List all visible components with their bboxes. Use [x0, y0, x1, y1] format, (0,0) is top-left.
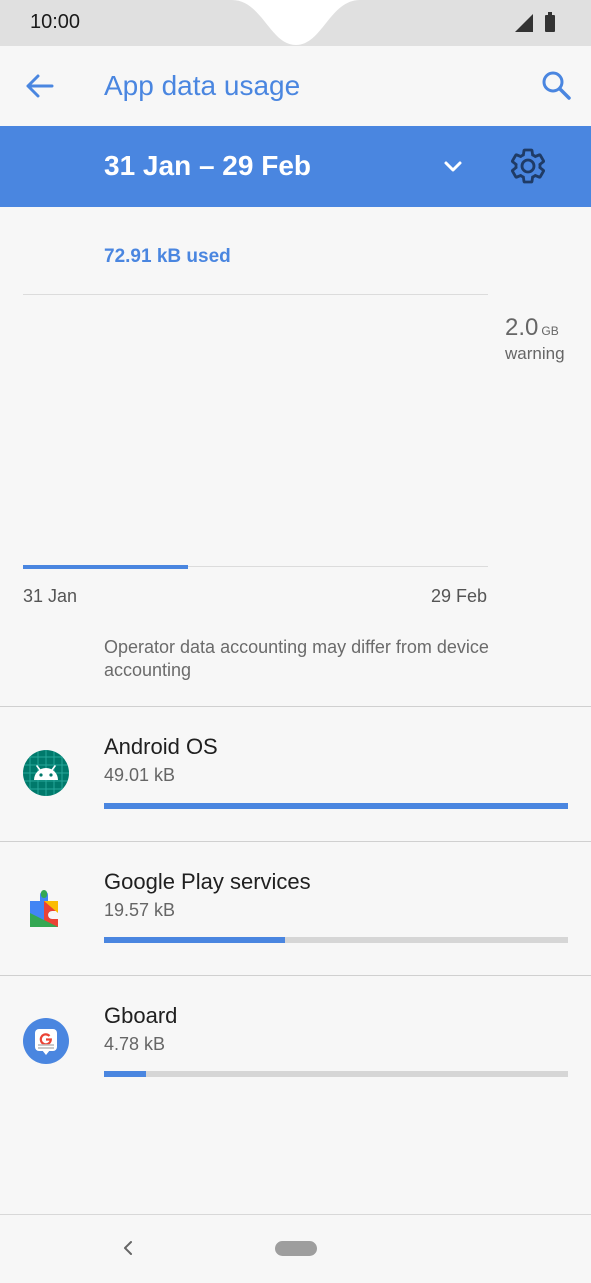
app-usage: 49.01 kB: [104, 765, 176, 785]
warning-value: 2.0 GB: [505, 314, 559, 341]
system-navigation-bar: [0, 1214, 591, 1283]
cycle-dropdown-button[interactable]: [436, 150, 470, 184]
app-usage: 19.57 kB: [104, 900, 176, 920]
android-os-icon: [22, 749, 70, 797]
app-bar: App data usage: [0, 46, 591, 126]
app-row-gboard[interactable]: Gboard 4.78 kB: [0, 976, 591, 1109]
signal-icon: [515, 14, 533, 32]
app-usage-bar: [104, 803, 568, 809]
cycle-settings-button[interactable]: [508, 146, 548, 186]
app-row-android-os[interactable]: Android OS 49.01 kB: [0, 707, 591, 840]
chevron-down-icon: [444, 161, 462, 172]
nav-back-button[interactable]: [118, 1237, 138, 1259]
status-icons: [515, 12, 565, 39]
camera-notch: [232, 0, 360, 45]
app-usage-bar-fill: [104, 803, 568, 809]
app-usage-bar: [104, 1071, 568, 1077]
cycle-selector[interactable]: 31 Jan – 29 Feb: [104, 150, 311, 182]
nav-back-icon: [124, 1241, 132, 1255]
app-usage: 4.78 kB: [104, 1034, 166, 1054]
nav-home-pill[interactable]: [275, 1241, 317, 1256]
search-icon: [542, 71, 571, 100]
app-name: Gboard: [104, 1003, 178, 1028]
status-bar: 10:00: [0, 0, 591, 46]
app-usage-bar-fill: [104, 1071, 146, 1077]
back-button[interactable]: [20, 68, 60, 104]
warning-threshold-line: [23, 294, 488, 295]
billing-cycle-bar: 31 Jan – 29 Feb: [0, 126, 591, 207]
arrow-back-icon: [26, 74, 54, 98]
app-name: Android OS: [104, 734, 218, 759]
cycle-start-date: 31 Jan: [23, 586, 78, 606]
cycle-end-date: 29 Feb: [430, 586, 487, 606]
accounting-disclaimer: Operator data accounting may differ from…: [104, 637, 489, 680]
total-usage: 72.91 kB used: [104, 246, 231, 267]
app-usage-bar: [104, 937, 568, 943]
usage-progress-line: [23, 565, 189, 569]
google-play-services-icon: [22, 883, 70, 931]
app-usage-bar-fill: [104, 937, 285, 943]
status-time: 10:00: [30, 11, 81, 33]
gear-icon: [510, 148, 545, 184]
page-title: App data usage: [104, 70, 301, 101]
app-row-google-play-services[interactable]: Google Play services 19.57 kB: [0, 842, 591, 975]
battery-icon: [545, 15, 555, 32]
search-button[interactable]: [539, 68, 575, 104]
app-name: Google Play services: [104, 869, 311, 894]
warning-label: warning: [505, 344, 565, 363]
gboard-icon: [22, 1017, 70, 1065]
